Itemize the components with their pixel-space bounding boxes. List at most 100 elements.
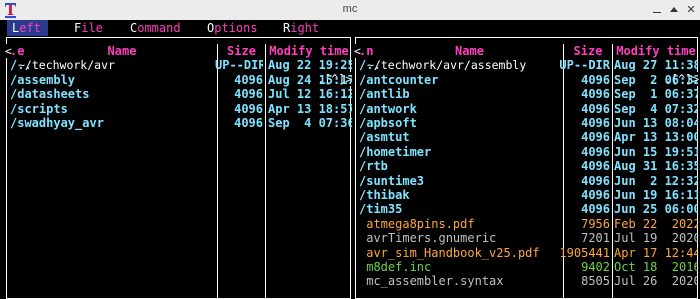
file-row[interactable]: /antcounter 4096 Sep 2 06:32: [356, 72, 698, 87]
file-row[interactable]: /.. UP--DIR Aug 27 11:38: [356, 58, 698, 73]
name-column-header[interactable]: Name: [27, 44, 217, 58]
file-row[interactable]: avrTimers.gnumeric 7201 Jul 19 2020: [356, 231, 698, 246]
file-name: atmega8pins.pdf: [359, 216, 475, 231]
file-size: 4096: [581, 188, 610, 202]
window-title: mc: [342, 3, 358, 15]
file-row[interactable]: /thibak 4096 Jun 19 16:11: [356, 188, 698, 202]
maximize-button[interactable]: [667, 3, 681, 17]
file-modify-time: Jul 12 16:12: [268, 87, 352, 102]
file-modify-time: Apr 17 12:44: [614, 245, 698, 260]
file-modify-time: Feb 22 2022: [614, 216, 698, 231]
file-name: avr_sim_Handbook_v25.pdf: [359, 245, 540, 260]
file-name: /rtb: [359, 159, 388, 174]
left-panel-header: < ~/techwork/avr .[^]>: [5, 30, 352, 86]
file-name: /suntime3: [359, 173, 425, 188]
file-modify-time: Sep 1 06:37: [614, 87, 698, 102]
file-row[interactable]: m8def.inc 9402 Oct 18 2016: [356, 260, 698, 274]
file-modify-time: Jun 25 06:00: [614, 202, 698, 217]
name-column-header[interactable]: Name: [376, 44, 563, 58]
file-size: 4096: [581, 72, 610, 87]
file-size: 4096: [234, 72, 263, 87]
file-name: /datasheets: [10, 87, 90, 102]
file-size: 4096: [234, 87, 263, 102]
right-panel[interactable]: < ~/techwork/avr/assembly .[^]> .n Name …: [354, 37, 699, 299]
file-modify-time: Jul 26 2020: [614, 274, 698, 289]
file-size: 4096: [581, 130, 610, 145]
file-size: 9402: [581, 260, 610, 274]
file-size: UP--DIR: [215, 58, 263, 73]
file-size: 4096: [581, 87, 610, 102]
file-name: /hometimer: [359, 144, 432, 159]
file-name: /antcounter: [359, 72, 439, 87]
file-row[interactable]: /scripts 4096 Apr 13 18:57: [7, 101, 352, 116]
file-size: 4096: [581, 202, 610, 217]
file-name: /apbsoft: [359, 116, 417, 130]
file-modify-time: Sep 4 07:32: [614, 101, 698, 116]
file-size: UP--DIR: [559, 58, 610, 73]
file-size: 4096: [581, 101, 610, 116]
size-column-header[interactable]: Size: [218, 44, 265, 58]
left-panel[interactable]: < ~/techwork/avr .[^]> .e Name Size Modi…: [5, 37, 352, 299]
file-name: /swadhyay_avr: [10, 116, 104, 130]
modify-time-column-header[interactable]: Modify time: [266, 44, 352, 58]
left-panel-column-headers: .e Name Size Modify time: [7, 44, 350, 58]
file-name: avrTimers.gnumeric: [359, 231, 497, 246]
file-size: 4096: [234, 116, 263, 130]
file-modify-time: Jun 2 12:32: [614, 173, 698, 188]
file-modify-time: Apr 13 13:00: [614, 130, 698, 145]
file-name: /..: [10, 58, 32, 73]
file-size: 4096: [581, 116, 610, 130]
file-name: /asmtut: [359, 130, 410, 145]
file-row[interactable]: /assembly 4096 Aug 24 15:17: [7, 72, 352, 87]
minimize-button[interactable]: [650, 3, 664, 17]
file-modify-time: Aug 24 15:17: [268, 72, 352, 87]
file-row[interactable]: avr_sim_Handbook_v25.pdf 1905441 Apr 17 12…: [356, 245, 698, 260]
file-size: 8505: [581, 274, 610, 289]
file-size: 4096: [581, 159, 610, 174]
file-row[interactable]: mc_assembler.syntax 8505 Jul 26 2020: [356, 274, 698, 289]
file-modify-time: Sep 2 06:32: [614, 72, 698, 87]
file-row[interactable]: /tim35 4096 Jun 25 06:00: [356, 202, 698, 217]
file-name: /..: [359, 58, 381, 73]
file-row[interactable]: /suntime3 4096 Jun 2 12:32: [356, 173, 698, 188]
file-row[interactable]: /swadhyay_avr 4096 Sep 4 07:36: [7, 116, 352, 130]
file-name: m8def.inc: [359, 260, 432, 274]
file-size: 7956: [581, 216, 610, 231]
file-name: mc_assembler.syntax: [359, 274, 504, 289]
file-name: /scripts: [10, 101, 68, 116]
file-modify-time: Jun 19 16:11: [614, 188, 698, 202]
right-panel-header: < ~/techwork/avr/assembly .[^]>: [354, 30, 699, 86]
file-row[interactable]: /asmtut 4096 Apr 13 13:00: [356, 130, 698, 145]
file-name: /tim35: [359, 202, 403, 217]
file-name: /assembly: [10, 72, 76, 87]
file-row[interactable]: /antwork 4096 Sep 4 07:32: [356, 101, 698, 116]
file-modify-time: Sep 4 07:36: [268, 116, 352, 130]
file-modify-time: Jun 13 08:04: [614, 116, 698, 130]
size-column-header[interactable]: Size: [564, 44, 612, 58]
right-panel-column-headers: .n Name Size Modify time: [356, 44, 697, 58]
file-modify-time: Jul 19 2020: [614, 231, 698, 246]
file-modify-time: Aug 27 11:38: [614, 58, 698, 73]
file-row[interactable]: /antlib 4096 Sep 1 06:37: [356, 87, 698, 102]
file-name: /antwork: [359, 101, 417, 116]
close-button[interactable]: ✕: [684, 3, 698, 17]
file-size: 1905441: [559, 245, 610, 260]
file-size: 4096: [581, 144, 610, 159]
file-row[interactable]: /.. UP--DIR Aug 22 19:25: [7, 58, 352, 73]
file-modify-time: Jun 15 19:51: [614, 144, 698, 159]
file-row[interactable]: /rtb 4096 Aug 31 16:35: [356, 159, 698, 174]
file-size: 7201: [581, 231, 610, 246]
file-row[interactable]: /apbsoft 4096 Jun 13 08:04: [356, 116, 698, 130]
file-row[interactable]: atmega8pins.pdf 7956 Feb 22 2022: [356, 216, 698, 231]
file-size: 4096: [581, 173, 610, 188]
file-row[interactable]: /datasheets 4096 Jul 12 16:12: [7, 87, 352, 102]
file-modify-time: Oct 18 2016: [614, 260, 698, 274]
file-modify-time: Aug 22 19:25: [268, 58, 352, 73]
file-name: /antlib: [359, 87, 410, 102]
file-modify-time: Apr 13 18:57: [268, 101, 352, 116]
file-name: /thibak: [359, 188, 410, 202]
file-row[interactable]: /hometimer 4096 Jun 15 19:51: [356, 144, 698, 159]
file-modify-time: Aug 31 16:35: [614, 159, 698, 174]
file-size: 4096: [234, 101, 263, 116]
modify-time-column-header[interactable]: Modify time: [613, 44, 699, 58]
